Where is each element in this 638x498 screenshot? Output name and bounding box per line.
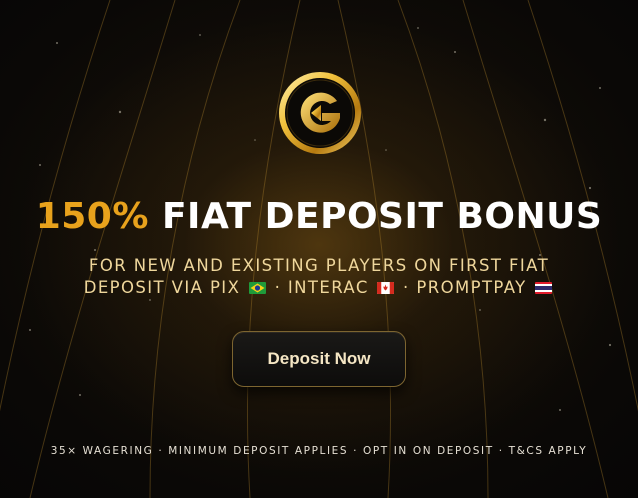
subtitle-promptpay-text: PROMPTPAY <box>416 278 527 297</box>
separator: · <box>403 278 410 297</box>
promo-headline: 150% FIAT DEPOSIT BONUS <box>0 196 638 237</box>
deposit-now-button[interactable]: Deposit Now <box>232 331 406 387</box>
headline-text: FIAT DEPOSIT BONUS <box>161 196 603 237</box>
terms-footer: 35× WAGERING · MINIMUM DEPOSIT APPLIES ·… <box>50 445 588 457</box>
thailand-flag-icon <box>535 282 553 294</box>
separator: · <box>274 278 282 297</box>
brazil-flag-icon <box>248 282 266 294</box>
promo-banner: 150% FIAT DEPOSIT BONUS FOR NEW AND EXIS… <box>0 0 638 498</box>
subtitle-interac-text: INTERAC <box>287 278 369 297</box>
subtitle-line-2: DEPOSIT VIA PIX · INTERAC · PROMPTPAY <box>0 278 638 297</box>
gold-g-logo-icon <box>279 72 361 154</box>
subtitle-line-1: FOR NEW AND EXISTING PLAYERS ON FIRST FI… <box>88 256 550 275</box>
subtitle-pix-text: DEPOSIT VIA PIX <box>83 278 241 297</box>
canada-flag-icon <box>377 282 395 294</box>
headline-percentage: 150% <box>35 196 149 237</box>
